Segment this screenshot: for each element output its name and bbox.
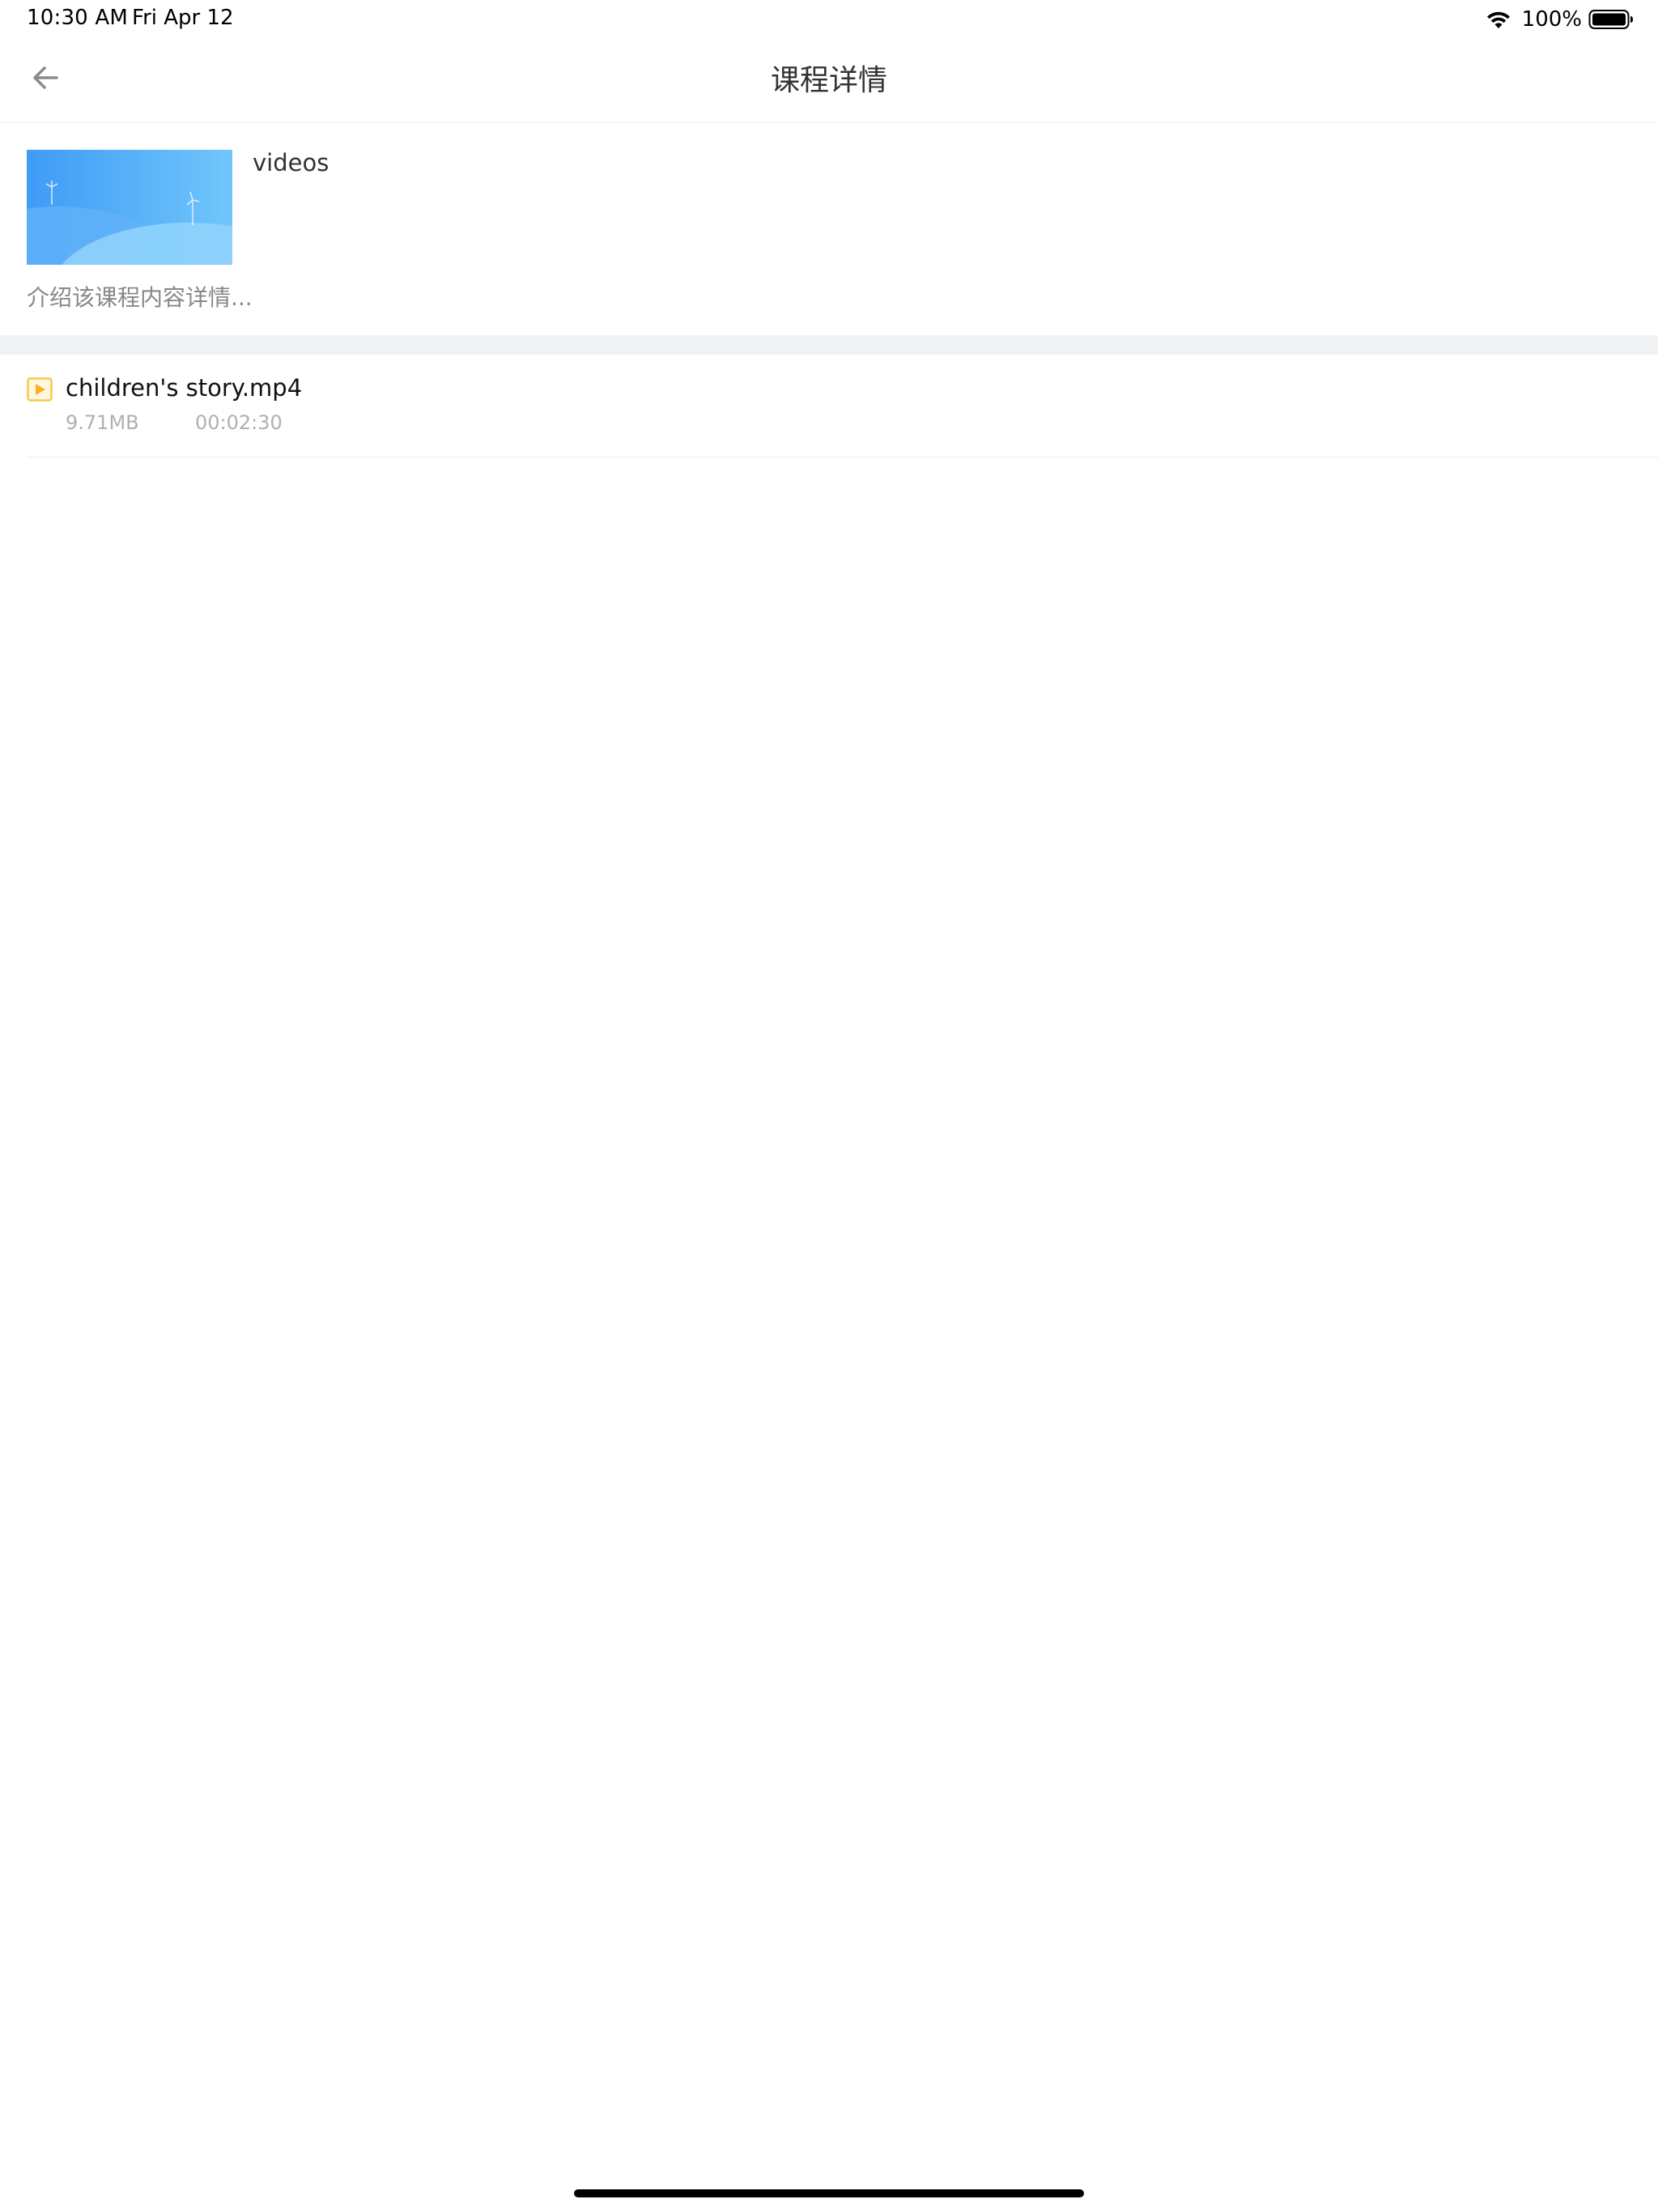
course-cover-image	[27, 150, 232, 265]
course-name: videos	[253, 149, 329, 177]
battery-icon	[1588, 10, 1633, 29]
file-size: 9.71MB	[66, 411, 139, 434]
status-time: 10:30 AM	[27, 6, 129, 30]
section-divider	[0, 335, 1658, 355]
file-list: children's story.mp4 9.71MB 00:02:30	[0, 355, 1658, 457]
status-indicators: 100%	[1485, 6, 1634, 32]
file-name: children's story.mp4	[66, 374, 303, 402]
wifi-icon	[1486, 11, 1510, 28]
page-title: 课程详情	[770, 64, 887, 97]
home-indicator[interactable]	[574, 2189, 1084, 2197]
status-bar: 10:30 AM Fri Apr 12 100%	[0, 0, 1658, 39]
course-header: videos 介绍该课程内容详情...	[0, 123, 1658, 335]
list-item[interactable]: children's story.mp4 9.71MB 00:02:30	[27, 355, 1658, 457]
battery-percent: 100%	[1521, 7, 1582, 32]
file-duration: 00:02:30	[195, 411, 283, 434]
status-date: Fri Apr 12	[132, 6, 234, 30]
video-file-icon	[27, 377, 53, 402]
navigation-bar: 课程详情	[0, 39, 1658, 123]
course-description: 介绍该课程内容详情...	[27, 284, 253, 311]
course-detail-page: 10:30 AM Fri Apr 12 100% 课程详情 videos 介绍该…	[0, 0, 1658, 2212]
